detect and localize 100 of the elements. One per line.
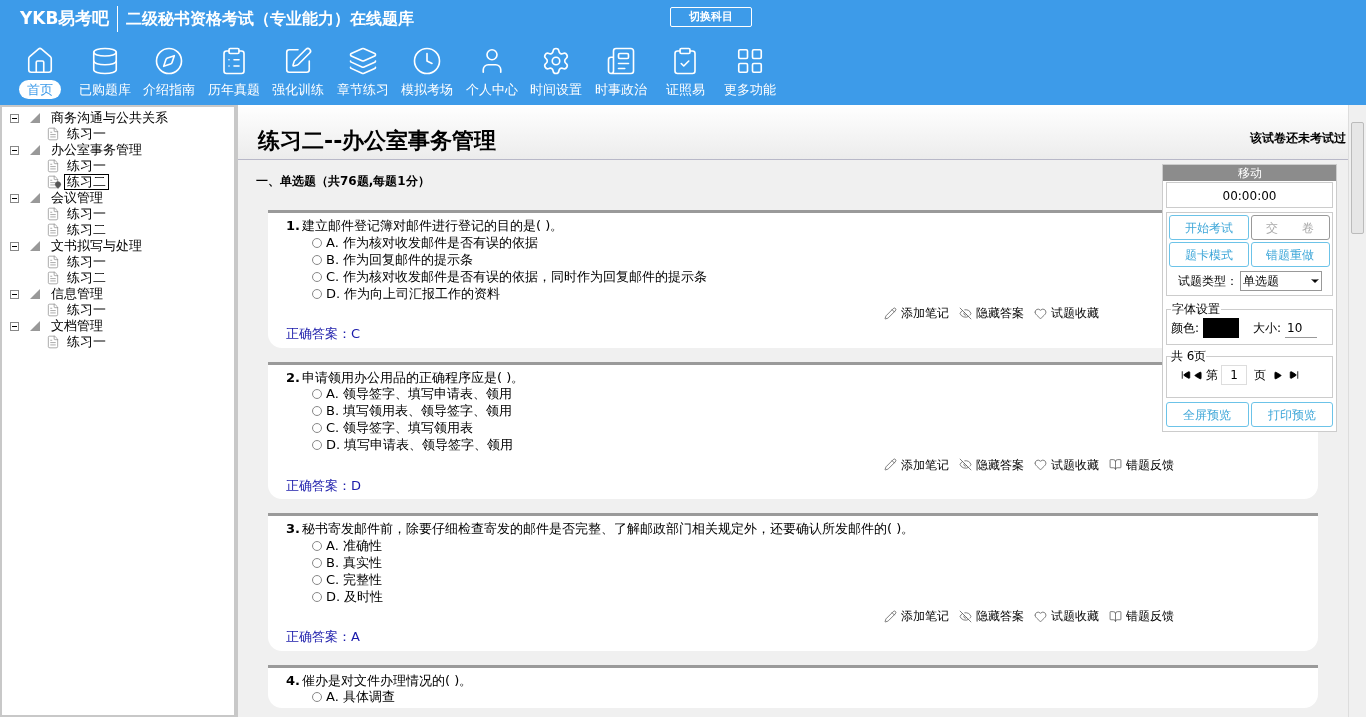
collapse-icon[interactable] bbox=[10, 113, 19, 123]
last-page-icon[interactable] bbox=[1289, 370, 1299, 380]
heart-icon bbox=[1034, 609, 1047, 623]
option-text: D. 填写申请表、领导签字、领用 bbox=[326, 436, 514, 455]
size-label: 大小: bbox=[1253, 320, 1282, 337]
size-field[interactable]: 10 bbox=[1285, 318, 1318, 338]
section-heading: 一、单选题（共76题,每题1分） bbox=[256, 173, 430, 190]
radio-button[interactable] bbox=[312, 288, 322, 299]
file-icon bbox=[46, 207, 60, 221]
tree-item[interactable]: 练习一 bbox=[64, 126, 109, 142]
scrollbar-thumb[interactable] bbox=[1351, 122, 1364, 234]
book-icon bbox=[1109, 458, 1122, 471]
timer: 00:00:00 bbox=[1166, 182, 1333, 208]
tree-item[interactable]: 练习二 bbox=[64, 222, 109, 238]
question-action[interactable]: 错题反馈 bbox=[1109, 607, 1174, 625]
correct-answer: 正确答案：D bbox=[286, 476, 361, 495]
radio-button[interactable] bbox=[312, 692, 322, 702]
edit-icon[interactable] bbox=[283, 46, 314, 76]
radio-button[interactable] bbox=[312, 423, 322, 433]
question-number: 1. bbox=[286, 218, 300, 233]
radio-button[interactable] bbox=[312, 406, 322, 416]
triangle-icon bbox=[29, 145, 41, 155]
compass-icon[interactable] bbox=[154, 46, 185, 76]
question-number: 4. bbox=[286, 672, 300, 688]
correct-answer: 正确答案：A bbox=[286, 628, 360, 646]
heart-icon bbox=[1034, 458, 1047, 471]
file-icon bbox=[46, 255, 60, 269]
question-action[interactable]: 隐藏答案 bbox=[959, 607, 1024, 625]
tree-node[interactable]: 文档管理 bbox=[51, 318, 103, 334]
question-action[interactable]: 试题收藏 bbox=[1034, 607, 1099, 625]
collapse-icon[interactable] bbox=[10, 241, 19, 251]
tree-item[interactable]: 练习一 bbox=[64, 254, 109, 270]
file-icon bbox=[46, 127, 60, 141]
clock-icon[interactable] bbox=[412, 46, 443, 76]
previous-page-icon[interactable] bbox=[1194, 370, 1203, 380]
radio-button[interactable] bbox=[312, 254, 322, 265]
file-icon bbox=[46, 335, 60, 349]
app-title: 二级秘书资格考试（专业能力）在线题库 bbox=[125, 8, 415, 30]
tree-node[interactable]: 会议管理 bbox=[51, 190, 103, 206]
page-field[interactable]: 1 bbox=[1221, 365, 1247, 385]
radio-button[interactable] bbox=[312, 271, 322, 282]
option-text: A. 领导签字、填写申请表、领用 bbox=[326, 385, 512, 404]
file-pin-icon bbox=[46, 175, 60, 189]
triangle-icon bbox=[29, 193, 41, 203]
radio-button[interactable] bbox=[312, 237, 322, 248]
collapse-icon[interactable] bbox=[10, 145, 19, 155]
hidden-eye-icon bbox=[959, 458, 972, 471]
question-action[interactable]: 试题收藏 bbox=[1034, 455, 1099, 474]
question-action[interactable]: 试题收藏 bbox=[1034, 304, 1099, 322]
type-dropdown[interactable]: 单选题 bbox=[1239, 271, 1322, 291]
tree-item[interactable]: 练习一 bbox=[64, 334, 109, 350]
option-text: A. 准确性 bbox=[326, 536, 382, 555]
question-action[interactable]: 隐藏答案 bbox=[959, 455, 1024, 474]
radio-button[interactable] bbox=[312, 574, 322, 585]
option-text: B. 填写领用表、领导签字、领用 bbox=[326, 402, 513, 421]
next-page-icon[interactable] bbox=[1273, 370, 1282, 380]
radio-button[interactable] bbox=[312, 591, 322, 602]
tree-item[interactable]: 练习一 bbox=[64, 158, 109, 174]
tree-node[interactable]: 商务沟通与公共关系 bbox=[51, 110, 168, 126]
tree-node[interactable]: 文书拟写与处理 bbox=[51, 238, 142, 254]
hidden-eye-icon bbox=[959, 306, 972, 320]
triangle-icon bbox=[29, 241, 41, 251]
tree-item[interactable]: 练习一 bbox=[64, 206, 109, 222]
first-page-icon[interactable] bbox=[1181, 370, 1191, 380]
collapse-icon[interactable] bbox=[10, 289, 19, 299]
radio-button[interactable] bbox=[312, 540, 322, 551]
tree-node[interactable]: 信息管理 bbox=[51, 286, 103, 302]
tree-item[interactable]: 练习二 bbox=[64, 270, 109, 286]
layers-icon[interactable] bbox=[347, 46, 378, 76]
question-action[interactable]: 添加笔记 bbox=[884, 455, 949, 474]
page-prefix: 第 bbox=[1206, 367, 1218, 384]
newspaper-icon[interactable] bbox=[605, 46, 636, 76]
collapse-icon[interactable] bbox=[10, 193, 19, 203]
radio-button[interactable] bbox=[312, 389, 322, 399]
option-text: A. 具体调查 bbox=[326, 688, 395, 707]
option-text: C. 领导签字、填写领用表 bbox=[326, 419, 474, 438]
option-text: D. 作为向上司汇报工作的资料 bbox=[326, 284, 501, 303]
radio-button[interactable] bbox=[312, 440, 322, 450]
question-number: 3. bbox=[286, 521, 300, 536]
book-icon bbox=[1109, 609, 1122, 623]
paper-status: 该试卷还未考试过 bbox=[1250, 130, 1346, 147]
tree-item[interactable]: 练习一 bbox=[64, 302, 109, 318]
page-suffix: 页 bbox=[1254, 367, 1266, 384]
question-text: 秘书寄发邮件前，除要仔细检查寄发的邮件是否完整、了解邮政部门相关规定外，还要确认所发邮件的( )。 bbox=[302, 521, 915, 536]
question-action[interactable]: 隐藏答案 bbox=[959, 304, 1024, 322]
hidden-eye-icon bbox=[959, 609, 972, 623]
tree-node[interactable]: 办公室事务管理 bbox=[51, 142, 142, 158]
color-label: 颜色: bbox=[1171, 320, 1200, 337]
option-text: C. 作为核对收发邮件是否有误的依据，同时作为回复邮件的提示条 bbox=[326, 267, 708, 286]
paper-title: 练习二--办公室事务管理 bbox=[258, 127, 497, 155]
tree-item[interactable]: 练习二 bbox=[64, 174, 109, 190]
question-action[interactable]: 添加笔记 bbox=[884, 607, 949, 625]
question-text: 催办是对文件办理情况的( )。 bbox=[302, 672, 473, 688]
triangle-icon bbox=[29, 289, 41, 299]
question-text: 申请领用办公用品的正确程序应是( )。 bbox=[302, 369, 525, 385]
radio-button[interactable] bbox=[312, 557, 322, 568]
question-action[interactable]: 错题反馈 bbox=[1109, 455, 1174, 474]
color-swatch[interactable] bbox=[1203, 318, 1240, 338]
question-action[interactable]: 添加笔记 bbox=[884, 304, 949, 322]
collapse-icon[interactable] bbox=[10, 321, 19, 331]
